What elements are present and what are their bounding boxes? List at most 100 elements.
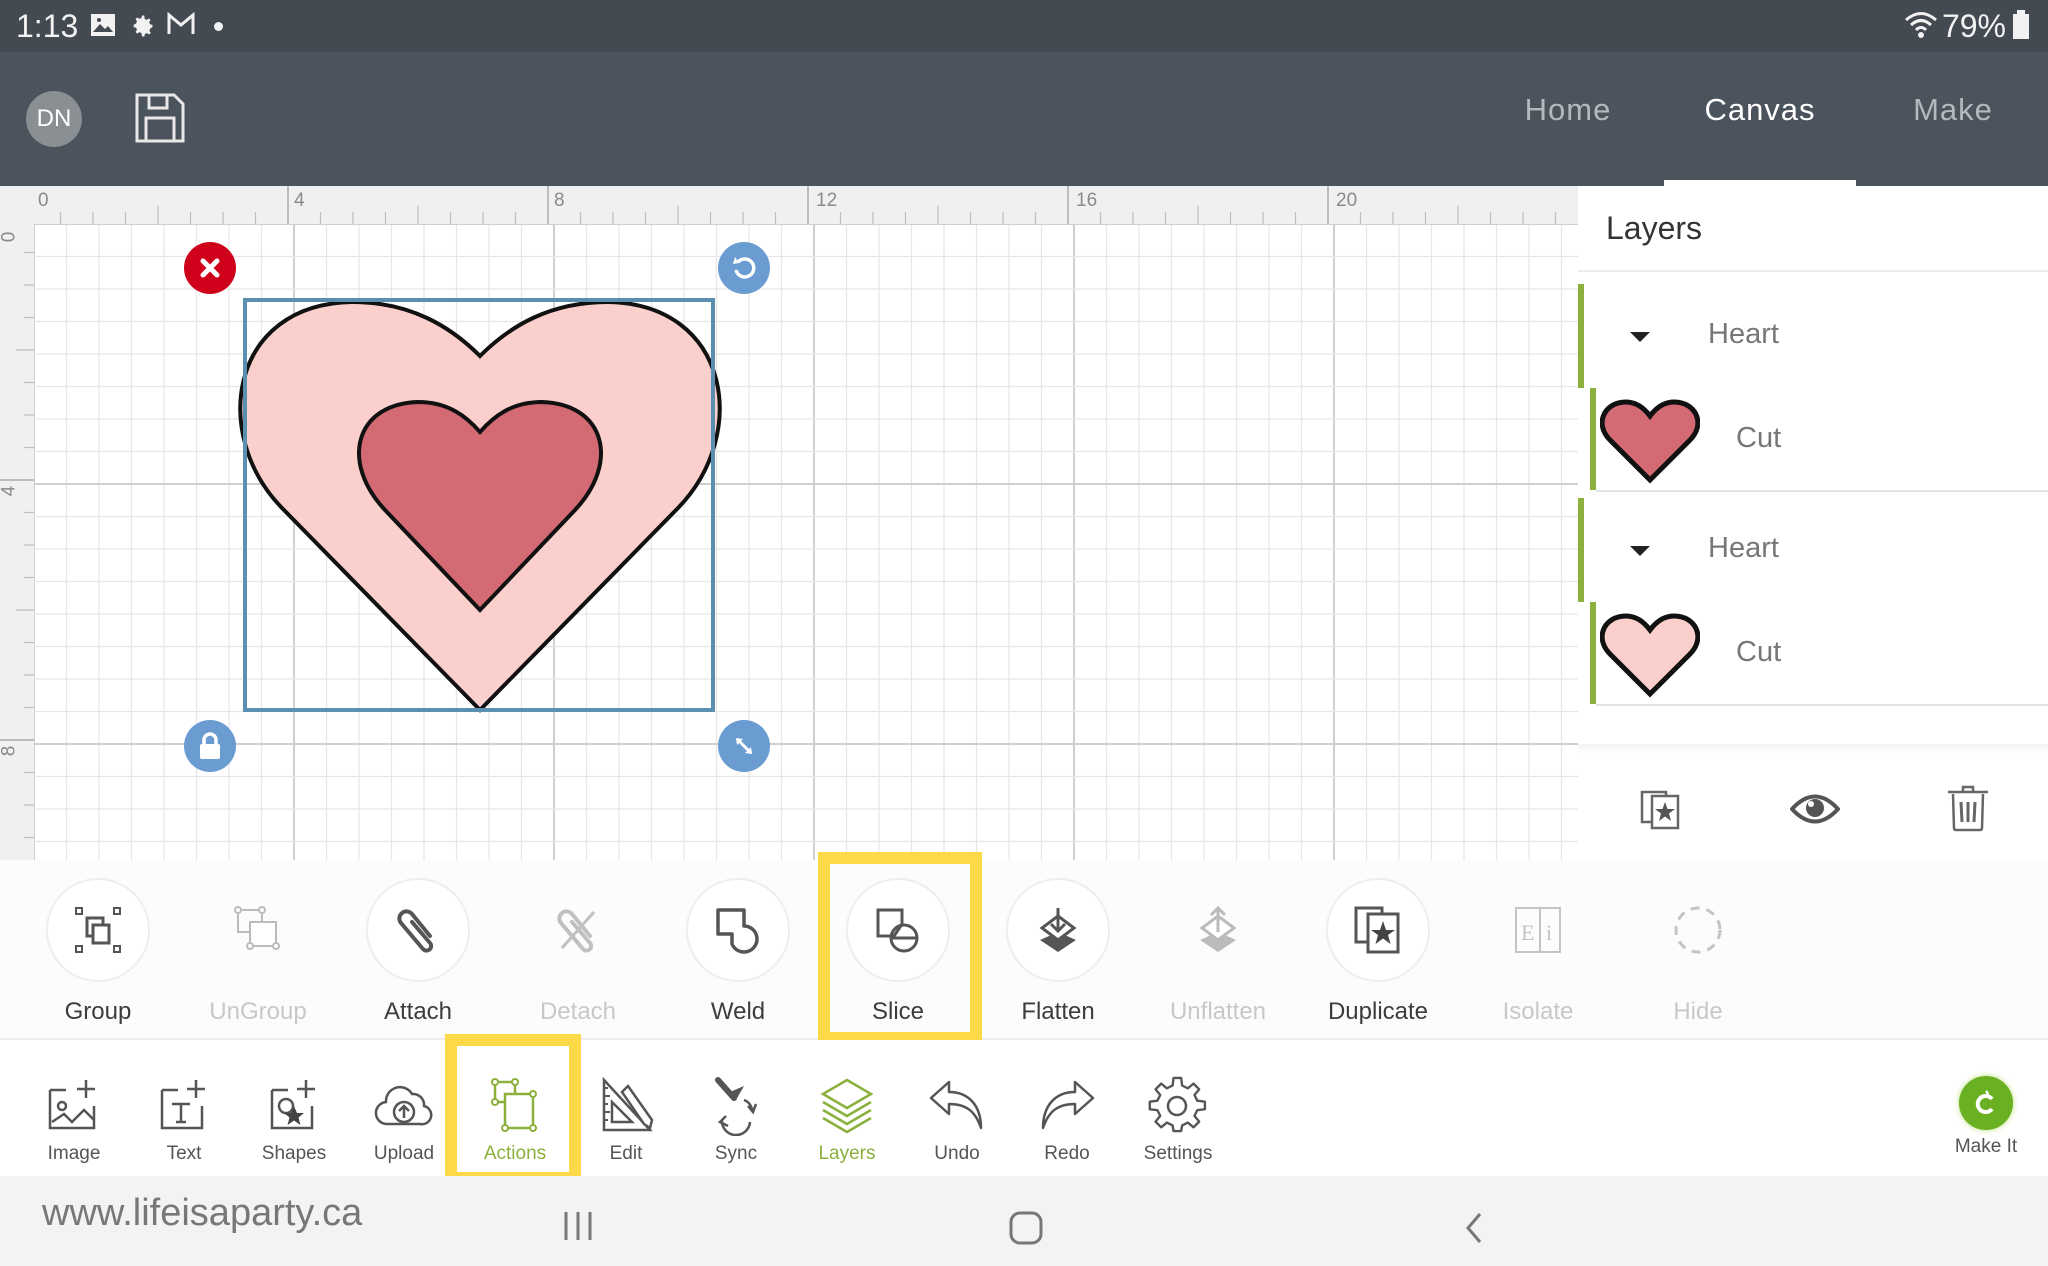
divider [1578,744,2048,754]
lock-icon [200,732,220,759]
highlight-slice [818,852,982,1044]
floppy-disk-icon[interactable] [134,92,186,144]
lock-handle[interactable] [184,720,236,772]
heart-thumbnail-icon [1600,613,1700,698]
attach-button[interactable]: Attach [353,878,483,1026]
layers-icon [820,1078,874,1134]
item-indicator [1590,602,1596,704]
gmail-icon [167,12,195,34]
unflatten-button[interactable]: Unflatten [1153,878,1283,1026]
upload-cloud-icon [374,1085,433,1126]
back-icon[interactable] [1462,1210,1486,1246]
divider [1578,270,2048,272]
weld-icon [716,908,759,954]
tab-make[interactable]: Make [1898,92,2008,182]
paperclip-icon [397,909,434,953]
layer-item-row[interactable]: Cut [1578,388,2048,492]
home-icon[interactable] [1008,1210,1044,1246]
highlight-actions [445,1034,581,1184]
undo-icon [929,1080,983,1130]
group-icon [75,907,121,953]
bottom-toolbar: Image Text Shapes Upload Actions Edit Sy… [0,1034,2048,1184]
avatar[interactable]: DN [26,91,82,147]
ungroup-icon [234,906,280,950]
layer-operation: Cut [1736,422,1782,454]
close-icon [200,258,220,278]
heart-thumbnail-icon [1600,399,1700,484]
cricut-logo-icon [1959,1076,2013,1130]
battery-icon [2013,10,2029,39]
isolate-icon: Ei [1515,907,1561,953]
group-indicator [1578,498,1584,602]
ungroup-button[interactable]: UnGroup [193,878,323,1026]
watermark: www.lifeisaparty.ca [42,1192,363,1234]
actions-toolbar: Group UnGroup Attach Detach Weld Slice F… [0,852,2048,1044]
flatten-icon [1039,908,1077,952]
edit-button[interactable]: Edit [576,1076,676,1165]
upload-button[interactable]: Upload [354,1076,454,1165]
layers-panel: Layers Heart Cut Heart Cut [1578,186,2048,860]
edit-ruler-icon [602,1076,654,1132]
detach-button[interactable]: Detach [513,878,643,1026]
group-button[interactable]: Group [33,878,163,1026]
app-header: DN Home Canvas Make [0,52,2048,186]
layer-group-row[interactable]: Heart [1578,498,2048,602]
group-indicator [1578,284,1584,388]
resize-handle[interactable] [718,720,770,772]
gallery-icon [91,14,115,36]
duplicate-icon [1354,906,1400,954]
battery-percent: 79% [1941,8,2006,44]
item-indicator [1590,388,1596,490]
redo-button[interactable]: Redo [1017,1076,1117,1165]
isolate-button[interactable]: Ei Isolate [1473,878,1603,1026]
recent-apps-icon[interactable] [560,1210,596,1242]
weld-button[interactable]: Weld [673,878,803,1026]
sync-button[interactable]: Sync [686,1076,786,1165]
duplicate-button[interactable]: Duplicate [1313,878,1443,1026]
svg-text:E: E [1521,920,1534,945]
make-it-button[interactable]: Make It [1936,1076,2036,1158]
settings-icon [133,15,153,37]
layer-group-row[interactable]: Heart [1578,284,2048,388]
shapes-add-icon [270,1080,315,1130]
redo-icon [1041,1080,1095,1130]
hide-icon [1674,906,1722,954]
image-add-icon [48,1080,96,1130]
caret-down-icon[interactable] [1630,332,1650,342]
undo-button[interactable]: Undo [907,1076,1007,1165]
hide-button[interactable]: Hide [1633,878,1763,1026]
resize-icon [735,737,753,755]
trash-icon[interactable] [1946,784,1990,832]
divider [1596,490,2048,492]
settings-gear-icon [1148,1076,1207,1133]
group-name: Heart [1708,532,1779,564]
svg-text:i: i [1546,920,1552,945]
tab-canvas[interactable]: Canvas [1692,92,1828,182]
status-bar: 1:13 79% [0,0,2048,52]
layers-button[interactable]: Layers [797,1076,897,1165]
caret-down-icon[interactable] [1630,546,1650,556]
flatten-button[interactable]: Flatten [993,878,1123,1026]
image-button[interactable]: Image [24,1076,124,1165]
detach-icon [557,909,596,953]
artwork [238,298,722,713]
tab-home[interactable]: Home [1508,92,1628,182]
text-button[interactable]: Text [134,1076,234,1165]
shapes-button[interactable]: Shapes [244,1076,344,1165]
duplicate-icon[interactable] [1640,788,1682,830]
delete-handle[interactable] [184,242,236,294]
group-name: Heart [1708,318,1779,350]
eye-icon[interactable] [1790,792,1840,826]
system-nav-bar: www.lifeisaparty.ca [0,1176,2048,1266]
settings-button[interactable]: Settings [1128,1076,1228,1165]
divider [1596,704,2048,706]
design-canvas[interactable]: 0 4 8 12 16 20 0 4 8 [0,186,1578,860]
rotate-handle[interactable] [718,242,770,294]
text-add-icon [160,1080,205,1130]
unflatten-icon [1199,905,1237,952]
sync-icon [715,1077,758,1137]
status-time: 1:13 [16,8,79,44]
layer-item-row[interactable]: Cut [1578,602,2048,706]
wifi-icon [1905,12,1937,38]
layers-title: Layers [1606,210,1703,246]
